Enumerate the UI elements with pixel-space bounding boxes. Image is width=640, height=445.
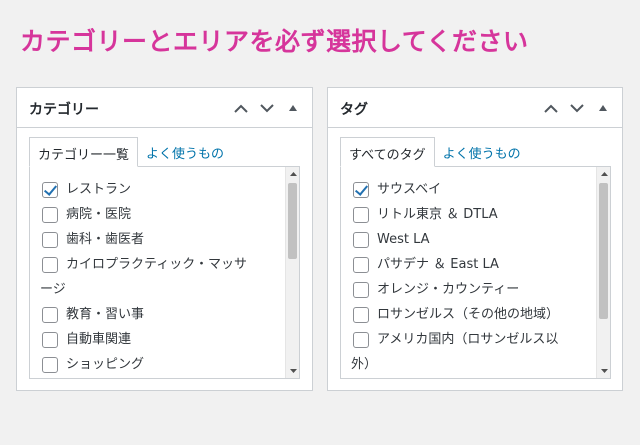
- move-up-icon[interactable]: [230, 97, 252, 119]
- tag-checklist[interactable]: サウスベイ リトル東京 ＆ DTLA West LA パサデナ ＆ East L…: [340, 166, 611, 379]
- tab-all-categories[interactable]: カテゴリー一覧: [29, 137, 139, 167]
- list-item[interactable]: ショッピング: [42, 352, 285, 377]
- list-item[interactable]: レストラン: [42, 177, 285, 202]
- collapse-toggle-icon[interactable]: [282, 97, 304, 119]
- list-item[interactable]: ロサンゼルス（その他の地域）: [353, 302, 596, 327]
- checkbox[interactable]: [42, 332, 58, 348]
- scrollbar[interactable]: [596, 167, 610, 378]
- list-item[interactable]: 病院・医院: [42, 202, 285, 227]
- checkbox[interactable]: [353, 257, 369, 273]
- page-headline: カテゴリーとエリアを必ず選択してください: [20, 27, 529, 56]
- checkbox[interactable]: [353, 307, 369, 323]
- collapse-toggle-icon[interactable]: [592, 97, 614, 119]
- checkbox[interactable]: [353, 332, 369, 348]
- list-item[interactable]: アメリカ国内（ロサンゼルス以: [353, 327, 596, 352]
- list-item[interactable]: パサデナ ＆ East LA: [353, 252, 596, 277]
- scrollbar[interactable]: [285, 167, 299, 378]
- category-panel-title: カテゴリー: [29, 102, 99, 118]
- tab-most-used[interactable]: よく使うもの: [435, 137, 529, 167]
- checkbox[interactable]: [42, 307, 58, 323]
- checkbox[interactable]: [42, 257, 58, 273]
- scroll-down-icon[interactable]: [597, 364, 610, 378]
- list-item[interactable]: 教育・習い事: [42, 302, 285, 327]
- list-item[interactable]: カイロプラクティック・マッサ: [42, 252, 285, 277]
- move-up-icon[interactable]: [540, 97, 562, 119]
- scroll-down-icon[interactable]: [286, 364, 299, 378]
- scroll-up-icon[interactable]: [597, 167, 610, 181]
- tab-most-used[interactable]: よく使うもの: [138, 137, 232, 167]
- tag-panel: タグ すべてのタグ よく使うもの サウスベイ リトル東京 ＆ DTLA West…: [327, 87, 623, 391]
- checkbox[interactable]: [353, 282, 369, 298]
- category-checklist[interactable]: レストラン 病院・医院 歯科・歯医者 カイロプラクティック・マッサ ージ 教育・…: [29, 166, 300, 379]
- checkbox[interactable]: [42, 182, 58, 198]
- tab-all-tags[interactable]: すべてのタグ: [340, 137, 435, 167]
- checkbox[interactable]: [353, 207, 369, 223]
- move-down-icon[interactable]: [256, 97, 278, 119]
- checkbox[interactable]: [42, 207, 58, 223]
- list-item[interactable]: サウスベイ: [353, 177, 596, 202]
- category-panel-header: カテゴリー: [17, 88, 312, 128]
- list-item[interactable]: リトル東京 ＆ DTLA: [353, 202, 596, 227]
- checkbox[interactable]: [42, 357, 58, 373]
- list-item[interactable]: 自動車関連: [42, 327, 285, 352]
- list-item[interactable]: オレンジ・カウンティー: [353, 277, 596, 302]
- tag-panel-title: タグ: [340, 102, 368, 118]
- list-item[interactable]: West LA: [353, 227, 596, 252]
- scrollbar-thumb[interactable]: [288, 183, 297, 259]
- category-panel: カテゴリー カテゴリー一覧 よく使うもの レストラン 病院・医院 歯科・歯医者 …: [16, 87, 313, 391]
- checkbox[interactable]: [353, 182, 369, 198]
- list-item[interactable]: 歯科・歯医者: [42, 227, 285, 252]
- move-down-icon[interactable]: [566, 97, 588, 119]
- list-item-continuation: 外）: [351, 357, 378, 372]
- scroll-up-icon[interactable]: [286, 167, 299, 181]
- checkbox[interactable]: [42, 232, 58, 248]
- tag-panel-header: タグ: [328, 88, 622, 128]
- list-item-continuation: ージ: [40, 282, 66, 297]
- scrollbar-thumb[interactable]: [599, 183, 608, 319]
- checkbox[interactable]: [353, 232, 369, 248]
